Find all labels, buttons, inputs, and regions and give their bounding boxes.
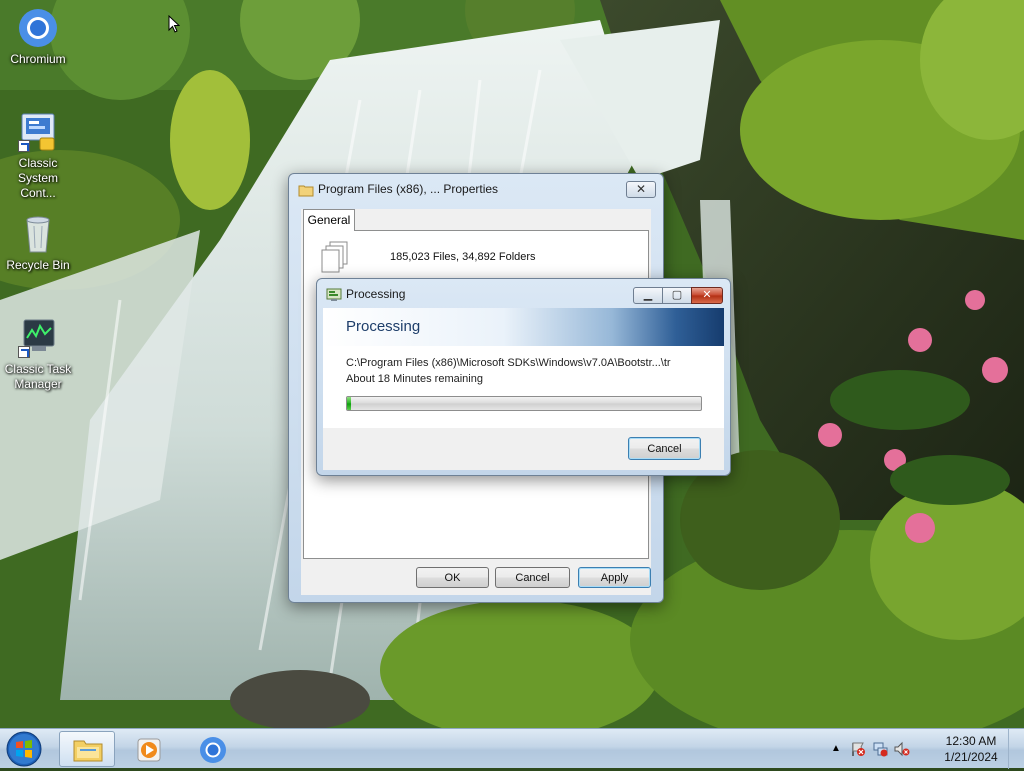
network-icon[interactable] xyxy=(872,741,888,757)
cancel-button[interactable]: Cancel xyxy=(495,567,570,588)
tab-general[interactable]: General xyxy=(303,209,355,231)
processing-titlebar[interactable]: Processing ▁ ▢ ✕ xyxy=(317,279,730,309)
shortcut-arrow-icon xyxy=(18,140,30,152)
apply-button[interactable]: Apply xyxy=(578,567,651,588)
caption-buttons: ▁ ▢ ✕ xyxy=(633,287,723,304)
multiple-files-icon xyxy=(321,241,348,273)
desktop-icon-label: Recycle Bin xyxy=(6,258,70,272)
close-button[interactable]: ✕ xyxy=(626,181,656,198)
show-desktop-button[interactable] xyxy=(1008,729,1018,769)
start-orb-icon xyxy=(6,731,42,767)
processing-window: Processing ▁ ▢ ✕ Processing C:\Program F… xyxy=(316,278,731,476)
progress-bar xyxy=(346,396,702,411)
desktop-icon-classic-task-manager[interactable]: Classic Task Manager xyxy=(0,318,76,392)
show-hidden-icons-chevron[interactable]: ▲ xyxy=(828,741,844,757)
processing-footer: Cancel xyxy=(323,428,724,470)
folder-icon xyxy=(298,185,314,197)
properties-titlebar[interactable]: Program Files (x86), ... Properties ✕ xyxy=(289,174,663,204)
processing-icon xyxy=(326,288,342,301)
properties-title: Program Files (x86), ... Properties xyxy=(318,182,499,196)
media-player-icon xyxy=(137,738,161,762)
processing-title: Processing xyxy=(346,287,406,301)
control-panel-icon xyxy=(18,112,58,152)
time-remaining: About 18 Minutes remaining xyxy=(346,373,483,385)
taskbar-media-player[interactable] xyxy=(122,731,178,767)
processing-header-banner: Processing xyxy=(323,308,724,346)
taskbar-chromium[interactable] xyxy=(185,731,241,767)
desktop-icon-chromium[interactable]: Chromium xyxy=(0,8,76,67)
desktop-icon-label-line2: System Cont... xyxy=(17,171,58,200)
taskbar-file-explorer[interactable] xyxy=(59,731,115,767)
chromium-icon xyxy=(18,8,58,48)
cancel-button[interactable]: Cancel xyxy=(628,437,701,460)
system-tray: ▲ 12:30 AM 1/21/2024 xyxy=(828,729,1018,769)
desktop-icon-classic-system-control[interactable]: Classic System Cont... xyxy=(0,112,76,201)
maximize-button[interactable]: ▢ xyxy=(662,287,692,304)
recycle-bin-icon xyxy=(18,214,58,254)
clock-date: 1/21/2024 xyxy=(944,750,998,764)
minimize-button[interactable]: ▁ xyxy=(633,287,663,304)
taskbar-clock[interactable]: 12:30 AM 1/21/2024 xyxy=(940,733,1002,765)
chromium-icon xyxy=(200,737,226,763)
action-center-flag-icon[interactable] xyxy=(850,741,866,757)
files-summary: 185,023 Files, 34,892 Folders xyxy=(390,251,536,263)
desktop-icon-recycle-bin[interactable]: Recycle Bin xyxy=(0,214,76,273)
clock-time: 12:30 AM xyxy=(945,734,997,748)
ok-button[interactable]: OK xyxy=(416,567,489,588)
processing-header-title: Processing xyxy=(346,318,421,335)
file-explorer-icon xyxy=(73,740,103,762)
shortcut-arrow-icon xyxy=(18,346,30,358)
taskbar: ▲ 12:30 AM 1/21/2024 xyxy=(0,728,1024,769)
task-manager-icon xyxy=(18,318,58,358)
processing-body: C:\Program Files (x86)\Microsoft SDKs\Wi… xyxy=(323,346,724,428)
volume-muted-icon[interactable] xyxy=(894,741,910,757)
desktop-icon-label: Chromium xyxy=(10,52,66,66)
desktop-icon-label-line1: Classic Task xyxy=(4,362,72,376)
current-file-path: C:\Program Files (x86)\Microsoft SDKs\Wi… xyxy=(346,357,671,369)
mouse-cursor-icon xyxy=(168,15,180,33)
desktop-icon-label-line1: Classic xyxy=(18,156,58,170)
close-button[interactable]: ✕ xyxy=(691,287,723,304)
start-button[interactable] xyxy=(4,730,44,768)
desktop-icon-label-line2: Manager xyxy=(14,377,62,391)
progress-fill xyxy=(347,397,351,410)
